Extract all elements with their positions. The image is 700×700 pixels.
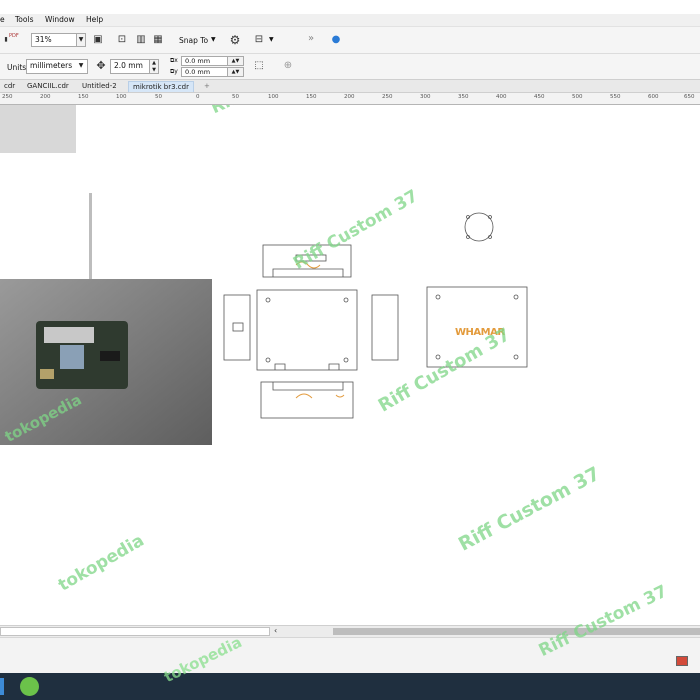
gear-icon[interactable]: ⚙ xyxy=(229,34,241,46)
app-leaf-icon[interactable] xyxy=(20,677,39,696)
ruler-tick-label: 250 xyxy=(382,94,393,100)
ruler-tick-label: 150 xyxy=(78,94,89,100)
duplicate-x-input[interactable]: 0.0 mm xyxy=(181,56,228,66)
status-bar: Riff Custom 37 xyxy=(0,581,700,673)
treat-as-filled-icon[interactable]: ⬚ xyxy=(253,60,265,72)
menu-item-window[interactable]: Window xyxy=(45,15,75,24)
dup-x-icon: ⧉x xyxy=(170,57,178,64)
ruler-tick-label: 450 xyxy=(534,94,545,100)
ruler-tick-label: 50 xyxy=(155,94,162,100)
standard-toolbar: ▮ PDF 31% ▼ ▣ ⊡ ▥ ▦ Snap To ▼ ⚙ ⊟ ▼ » ● xyxy=(0,27,700,54)
dup-y-icon: ⧉y xyxy=(170,68,178,75)
duplicate-x-spinner[interactable]: ▲▼ xyxy=(227,56,244,66)
document-tabs: cdr GANCIIL.cdr Untitled-2 mikrotik br3.… xyxy=(0,80,700,93)
ruler-tick-label: 150 xyxy=(306,94,317,100)
fit-page-icon[interactable]: ▣ xyxy=(92,34,104,46)
horizontal-ruler: 250 200 150 100 50 0 50 100 150 200 250 … xyxy=(0,93,700,105)
ruler-tick-label: 600 xyxy=(648,94,659,100)
grid-icon[interactable]: ▦ xyxy=(152,34,164,46)
ruler-tick-label: 200 xyxy=(344,94,355,100)
zoom-level-input[interactable]: 31% xyxy=(31,33,77,47)
ruler-tick-label: 100 xyxy=(268,94,279,100)
pdf-export-button[interactable]: PDF xyxy=(9,33,19,39)
page-outline xyxy=(0,193,92,288)
app-launcher-icon[interactable]: ● xyxy=(330,34,342,46)
ruler-tick-label: 400 xyxy=(496,94,507,100)
watermark-text: Riff Custom 37 xyxy=(454,462,604,556)
tab-untitled-2[interactable]: Untitled-2 xyxy=(78,81,121,92)
more-chevrons-icon[interactable]: » xyxy=(305,33,317,45)
add-icon[interactable]: ⊕ xyxy=(282,60,294,72)
duplicate-y-input[interactable]: 0.0 mm xyxy=(181,67,228,77)
zoom-dropdown-button[interactable]: ▼ xyxy=(76,33,86,47)
launch-dropdown-icon[interactable]: ▼ xyxy=(269,36,274,43)
tab-mikrotik-br3[interactable]: mikrotik br3.cdr xyxy=(128,81,194,92)
snap-to-button[interactable]: Snap To xyxy=(179,36,208,45)
rulers-icon[interactable]: ▥ xyxy=(135,34,147,46)
property-bar: Units: millimeters ▼ ✥ 2.0 mm ▲ ▼ ⧉x 0.0 … xyxy=(0,54,700,80)
duplicate-y-spinner[interactable]: ▲▼ xyxy=(227,67,244,77)
tab-cdr[interactable]: cdr xyxy=(0,81,19,92)
fill-color-icon[interactable] xyxy=(676,656,688,666)
snap-to-dropdown-icon[interactable]: ▼ xyxy=(211,36,216,43)
nudge-distance-input[interactable]: 2.0 mm xyxy=(110,59,150,74)
page-shadow-area xyxy=(0,105,76,153)
ruler-tick-label: 100 xyxy=(116,94,127,100)
ruler-tick-label: 500 xyxy=(572,94,583,100)
nudge-spinner[interactable]: ▲ ▼ xyxy=(149,59,159,74)
ruler-tick-label: 200 xyxy=(40,94,51,100)
ruler-tick-label: 650 xyxy=(684,94,695,100)
menu-bar: e Tools Window Help xyxy=(0,14,700,27)
units-dropdown-icon[interactable]: ▼ xyxy=(76,60,86,73)
ruler-tick-label: 550 xyxy=(610,94,621,100)
scroll-left-icon[interactable]: ‹ xyxy=(274,626,277,635)
ruler-tick-label: 350 xyxy=(458,94,469,100)
ruler-tick-label: 50 xyxy=(232,94,239,100)
tab-ganciil[interactable]: GANCIIL.cdr xyxy=(23,81,73,92)
menu-item-help[interactable]: Help xyxy=(86,15,103,24)
drawing-canvas[interactable]: WHAMAR tokopedia Riff Custom 37 Riff Cus… xyxy=(0,105,700,625)
ruler-tick-label: 250 xyxy=(2,94,13,100)
start-icon[interactable] xyxy=(0,678,4,695)
ruler-tick-label: 300 xyxy=(420,94,431,100)
ruler-tick-label: 0 xyxy=(196,94,200,100)
full-screen-icon[interactable]: ⊡ xyxy=(116,34,128,46)
watermark-text: Riff Custom 37 xyxy=(208,105,344,118)
page-navigator-area[interactable] xyxy=(0,627,270,636)
launch-icon[interactable]: ⊟ xyxy=(253,34,265,46)
new-tab-icon[interactable]: + xyxy=(200,81,214,92)
menu-item-tools[interactable]: Tools xyxy=(15,15,33,24)
top-blank-area xyxy=(0,0,700,14)
menu-item-file[interactable]: e xyxy=(0,15,5,24)
watermark-text: tokopedia xyxy=(55,530,148,596)
os-taskbar: tokopedia xyxy=(0,633,700,700)
scroll-thumb[interactable] xyxy=(333,628,700,635)
move-cross-icon: ✥ xyxy=(96,59,106,72)
